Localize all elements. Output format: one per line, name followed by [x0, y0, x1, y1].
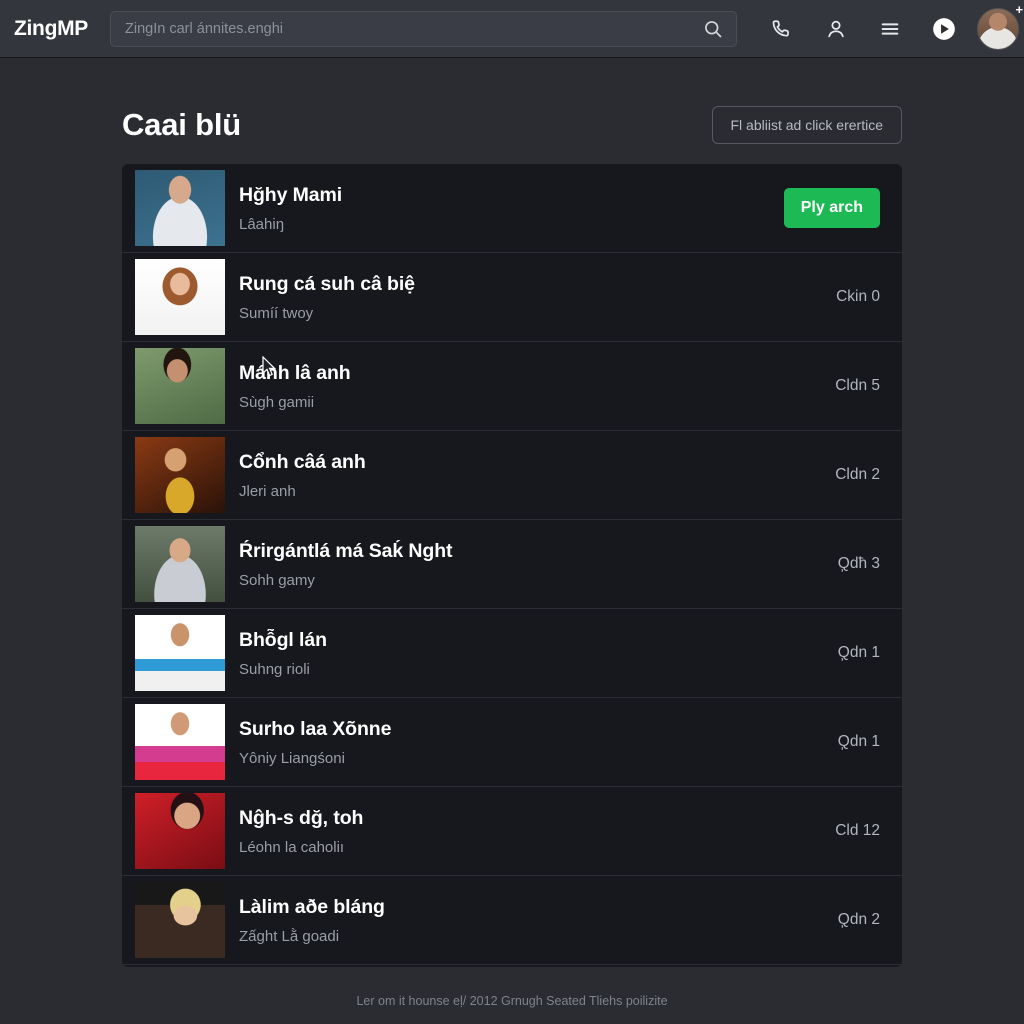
play-circle-button[interactable]: [917, 7, 971, 51]
song-title: Rung cá suh câ biệ: [239, 272, 415, 295]
song-thumbnail: [135, 437, 225, 513]
song-subtitle: Zấght Lằ goadi: [239, 927, 340, 945]
song-subtitle: Jleri anh: [239, 482, 296, 500]
song-thumbnail: [135, 615, 225, 691]
song-count: Q̦dn 1: [837, 733, 880, 750]
song-row[interactable]: Nĝh-s dğ, toh Léohn la caholiı Cld 12: [122, 787, 902, 876]
song-thumbnail: [135, 793, 225, 869]
song-thumbnail: [135, 704, 225, 780]
song-subtitle: Sùgh gamii: [239, 393, 315, 411]
search-box[interactable]: [110, 10, 738, 47]
song-thumbnail: [135, 170, 225, 246]
song-text: Nĝh-s dğ, toh Léohn la caholiı: [239, 807, 819, 856]
thumbnail-image: [135, 437, 225, 513]
thumbnail-image: [135, 793, 225, 869]
song-text: Bhỗgl lán Suhng rioli: [239, 629, 822, 678]
play-circle-icon: [933, 17, 955, 40]
song-row[interactable]: Surho laa Xõnne Yôniy Liangśoni Q̦dn 1: [122, 698, 902, 787]
song-row[interactable]: Mánh lâ anh Sùgh gamii Cldn 5: [122, 342, 902, 431]
song-count: Q̦dn 2: [837, 911, 880, 928]
thumbnail-image: [135, 259, 225, 335]
song-title: Hğhy Mami: [239, 183, 343, 206]
app-window: ZingMP ZingIn carl ánnites.enghi + Caai …: [0, 0, 1024, 1024]
search-button[interactable]: [690, 12, 736, 46]
song-text: Cổnh câá anh Jleri anh: [239, 451, 819, 500]
header-icon-group: +: [755, 3, 1023, 51]
song-subtitle: Yôniy Liangśoni: [239, 749, 345, 767]
song-subtitle: Sohh gamy: [239, 571, 315, 589]
song-title: Nĝh-s dğ, toh: [239, 806, 364, 829]
song-title: Làlim aðe bláng: [239, 895, 385, 918]
song-subtitle: Suhng rioli: [239, 660, 310, 678]
phone-icon: [772, 19, 789, 37]
song-title: Ŕrirgántlá má Saḱ Nght: [239, 539, 453, 562]
avatar-image: [977, 7, 1020, 50]
footer-text: Ler om it hounse eḷ/ 2012 Grnugh Seated …: [356, 994, 668, 1008]
song-text: Làlim aðe bláng Zấght Lằ goadi: [239, 896, 822, 945]
song-row[interactable]: Cổnh câá anh Jleri anh Cldn 2: [122, 431, 902, 520]
page-title: Caai blü: [122, 107, 241, 142]
app-header: ZingMP ZingIn carl ánnites.enghi +: [0, 0, 1024, 58]
title-row: Caai blü Fl abliist ad click erertice: [122, 58, 902, 164]
play-button[interactable]: Ply arch: [783, 188, 880, 228]
song-text: Ŕrirgántlá má Saḱ Nght Sohh gamy: [239, 540, 822, 589]
song-title: Surho laa Xõnne: [239, 717, 392, 740]
thumbnail-image: [135, 615, 225, 691]
song-title: Mánh lâ anh: [239, 361, 351, 384]
thumbnail-image: [135, 526, 225, 602]
song-row[interactable]: Ŕrirgántlá má Saḱ Nght Sohh gamy Q̦dħ 3: [122, 520, 902, 609]
user-icon: [828, 20, 844, 37]
playlist-action-button[interactable]: Fl abliist ad click erertice: [711, 106, 902, 144]
search-input[interactable]: [111, 20, 691, 37]
avatar[interactable]: +: [977, 3, 1023, 50]
thumbnail-image: [135, 348, 225, 424]
thumbnail-image: [135, 704, 225, 780]
menu-icon: [881, 22, 899, 35]
song-row[interactable]: Rung cá suh câ biệ Sumíí twoy Ckin 0: [122, 253, 902, 342]
search-icon: [705, 20, 722, 37]
song-title: Bhỗgl lán: [239, 628, 327, 651]
phone-button[interactable]: [755, 7, 809, 51]
song-subtitle: Lâahiŋ: [239, 215, 285, 233]
song-count: Q̦dn 1: [837, 644, 880, 661]
song-count: Ckin 0: [836, 288, 880, 305]
song-row[interactable]: Hğhy Mami Lâahiŋ Ply arch: [122, 164, 902, 253]
song-thumbnail: [135, 882, 225, 958]
song-subtitle: Sumíí twoy: [239, 304, 314, 322]
footer: Ler om it hounse eḷ/ 2012 Grnugh Seated …: [0, 978, 1024, 1024]
song-row[interactable]: Bhỗgl lán Suhng rioli Q̦dn 1: [122, 609, 902, 698]
song-row[interactable]: Nâhh félalnsShanio ŕáulnhCldn 3: [122, 965, 902, 967]
song-text: Hğhy Mami Lâahiŋ: [239, 184, 768, 233]
menu-button[interactable]: [863, 7, 917, 51]
song-row[interactable]: Làlim aðe bláng Zấght Lằ goadi Q̦dn 2: [122, 876, 902, 965]
song-thumbnail: [135, 259, 225, 335]
song-list-panel[interactable]: Hğhy Mami Lâahiŋ Ply arch Rung cá suh câ bi…: [122, 164, 902, 967]
song-title: Cổnh câá anh: [239, 450, 366, 473]
song-text: Mánh lâ anh Sùgh gamii: [239, 362, 819, 411]
song-text: Rung cá suh câ biệ Sumíí twoy: [239, 273, 820, 322]
avatar-add-badge: +: [1015, 1, 1024, 17]
app-logo[interactable]: ZingMP: [0, 17, 110, 41]
song-count: Cld 12: [835, 822, 880, 839]
song-text: Surho laa Xõnne Yôniy Liangśoni: [239, 718, 822, 767]
song-count: Q̦dħ 3: [837, 555, 880, 572]
thumbnail-image: [135, 170, 225, 246]
song-thumbnail: [135, 526, 225, 602]
song-subtitle: Léohn la caholiı: [239, 838, 345, 856]
song-thumbnail: [135, 348, 225, 424]
song-count: Cldn 5: [835, 377, 880, 394]
song-count: Cldn 2: [835, 466, 880, 483]
thumbnail-image: [135, 882, 225, 958]
account-button[interactable]: [809, 7, 863, 51]
main-content: Caai blü Fl abliist ad click erertice Hğ…: [0, 58, 1024, 978]
